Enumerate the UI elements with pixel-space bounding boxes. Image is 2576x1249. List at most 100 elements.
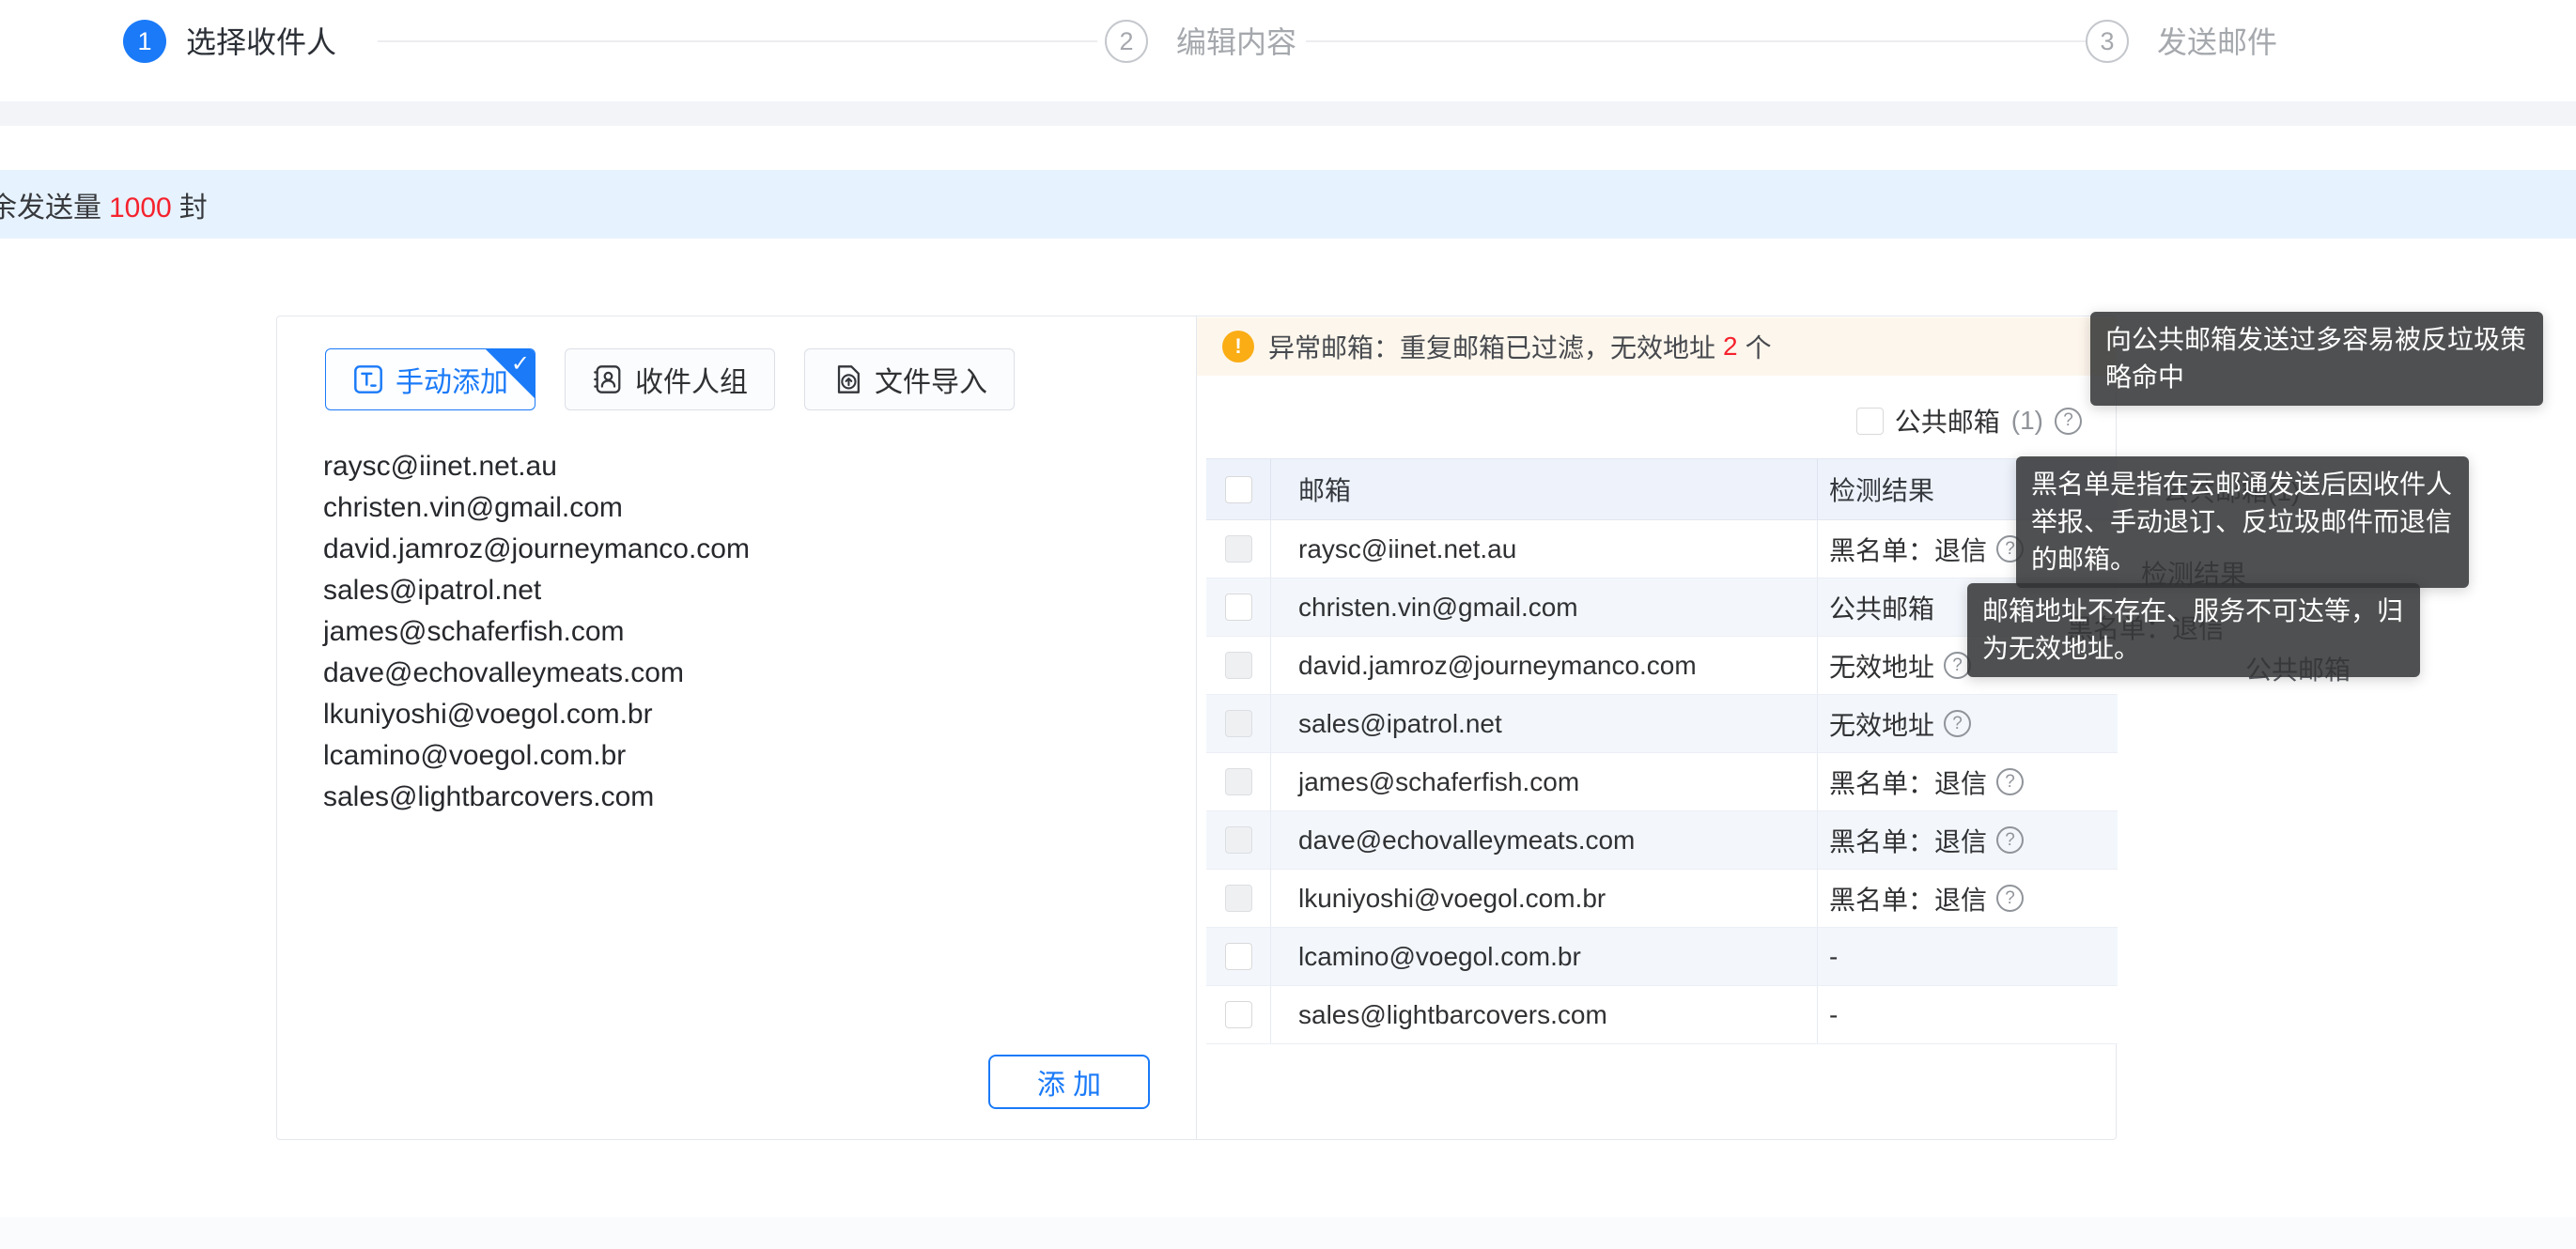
row-result-text: 无效地址 [1829,647,1934,685]
public-mailbox-help-icon[interactable]: ? [2055,408,2082,435]
row-email: sales@ipatrol.net [1271,695,1818,752]
header-divider-strip [0,101,2576,126]
tab-manual-add[interactable]: 手动添加 ✓ [325,348,535,410]
row-email: dave@echovalleymeats.com [1271,811,1818,869]
row-result: - [1818,928,2118,985]
row-checkbox-cell [1206,753,1271,810]
result-help-icon[interactable]: ? [1996,768,2024,795]
table-row: dave@echovalleymeats.com黑名单：退信? [1206,811,2118,870]
row-result-text: 黑名单：退信 [1829,763,1987,801]
tooltip-blacklist: 黑名单是指在云邮通发送后因收件人举报、手动退订、反垃圾邮件而退信的邮箱。 [2016,456,2469,588]
tab-recipient-group-label: 收件人组 [635,359,748,400]
email-list-item: raysc@iinet.net.au [323,446,1150,487]
row-checkbox-cell [1206,578,1271,636]
row-checkbox [1225,885,1252,912]
step-3-number: 3 [2100,27,2114,56]
row-result-text: - [1829,1000,1838,1030]
quota-amount: 1000 [101,193,179,224]
table-row: lcamino@voegol.com.br- [1206,928,2118,986]
warning-bar: ! 异常邮箱：重复邮箱已过滤，无效地址 2 个 [1197,317,2117,376]
recipient-panel: 手动添加 ✓ 收件人组 文件导入 raysc@iinet.net.auchris… [276,316,2117,1140]
row-checkbox [1225,652,1252,679]
step-1-label: 选择收件人 [186,21,336,64]
row-email: raysc@iinet.net.au [1271,520,1818,578]
row-checkbox[interactable] [1225,943,1252,970]
tab-recipient-group[interactable]: 收件人组 [565,348,775,410]
tab-file-import[interactable]: 文件导入 [804,348,1015,410]
row-email: lkuniyoshi@voegol.com.br [1271,870,1818,927]
tooltip-invalid-address: 邮箱地址不存在、服务不可达等，归为无效地址。 [1967,583,2420,677]
result-help-icon[interactable]: ? [1944,710,1971,737]
public-mailbox-filter-row: 公共邮箱 (1) ? [1197,397,2082,444]
row-result: 黑名单：退信? [1818,811,2118,869]
row-checkbox-cell [1206,637,1271,694]
row-email: sales@lightbarcovers.com [1271,986,1818,1043]
row-email: christen.vin@gmail.com [1271,578,1818,636]
email-list-item: sales@ipatrol.net [323,570,1150,611]
email-list-item: christen.vin@gmail.com [323,487,1150,529]
row-result: - [1818,986,2118,1043]
tooltip-public-mailbox: 向公共邮箱发送过多容易被反垃圾策略命中 [2090,312,2543,406]
row-checkbox-cell [1206,986,1271,1043]
quota-banner-suffix: 封 [179,193,208,224]
row-result-text: 公共邮箱 [1829,589,1934,626]
email-list-item: sales@lightbarcovers.com [323,777,1150,818]
step-2-number: 2 [1119,27,1133,56]
row-checkbox-cell [1206,695,1271,752]
row-checkbox [1225,768,1252,795]
step-3-circle: 3 [2086,20,2129,63]
step-connector-2 [1306,40,2104,42]
row-result: 黑名单：退信? [1818,870,2118,927]
check-icon: ✓ [511,350,530,378]
email-list-item: james@schaferfish.com [323,611,1150,653]
email-list-item: david.jamroz@journeymanco.com [323,529,1150,570]
table-header: 邮箱 检测结果 [1206,458,2118,520]
recipient-group-icon [592,363,624,395]
row-checkbox-cell [1206,928,1271,985]
detection-table: 邮箱 检测结果 raysc@iinet.net.au 黑名单：退信? christe… [1206,458,2118,1044]
row-result-text: 黑名单：退信 [1829,531,1987,568]
step-2-label: 编辑内容 [1176,21,1296,64]
row-checkbox [1225,535,1252,563]
email-list-item: lcamino@voegol.com.br [323,735,1150,777]
step-3-label: 发送邮件 [2157,21,2277,64]
row-checkbox-cell [1206,811,1271,869]
row-checkbox[interactable] [1225,594,1252,621]
row-email: david.jamroz@journeymanco.com [1271,637,1818,694]
row-checkbox-cell [1206,520,1271,578]
table-row: sales@lightbarcovers.com- [1206,986,2118,1044]
row-checkbox [1225,710,1252,737]
bottom-strip [0,1217,2576,1249]
step-1-circle: 1 [123,20,166,63]
row-checkbox[interactable] [1225,1001,1252,1028]
alert-icon: ! [1222,331,1254,362]
table-row: james@schaferfish.com黑名单：退信? [1206,753,2118,811]
row-email: lcamino@voegol.com.br [1271,928,1818,985]
table-header-checkbox-cell [1206,459,1271,519]
select-all-checkbox[interactable] [1225,476,1252,503]
row-result: 黑名单：退信? [1818,753,2118,810]
row-result-text: 无效地址 [1829,705,1934,743]
result-help-icon[interactable]: ? [1996,826,2024,854]
public-mailbox-count: (1) [2011,406,2043,436]
table-row: raysc@iinet.net.au黑名单：退信? [1206,520,2118,578]
row-result: 无效地址? [1818,695,2118,752]
warning-text-suffix: 个 [1746,328,1772,365]
public-mailbox-checkbox[interactable] [1856,408,1884,435]
tab-file-import-label: 文件导入 [875,359,987,400]
quota-banner: 余发送量1000封 [0,170,2576,239]
public-mailbox-label: 公共邮箱 [1895,402,2000,439]
table-row: lkuniyoshi@voegol.com.br黑名单：退信? [1206,870,2118,928]
bulk-mail-wizard-page: 1 选择收件人 2 编辑内容 3 发送邮件 余发送量1000封 手动添加 ✓ [0,0,2576,1249]
result-help-icon[interactable]: ? [1996,885,2024,912]
table-header-email: 邮箱 [1271,459,1818,519]
manual-add-icon [352,363,384,395]
row-checkbox-cell [1206,870,1271,927]
step-1-number: 1 [137,27,151,56]
add-button[interactable]: 添 加 [988,1055,1150,1109]
row-result-text: - [1829,942,1838,972]
row-result-text: 黑名单：退信 [1829,880,1987,917]
warning-text: 异常邮箱：重复邮箱已过滤，无效地址 [1268,328,1715,365]
email-list-item: dave@echovalleymeats.com [323,653,1150,694]
email-list[interactable]: raysc@iinet.net.auchristen.vin@gmail.com… [323,446,1150,818]
